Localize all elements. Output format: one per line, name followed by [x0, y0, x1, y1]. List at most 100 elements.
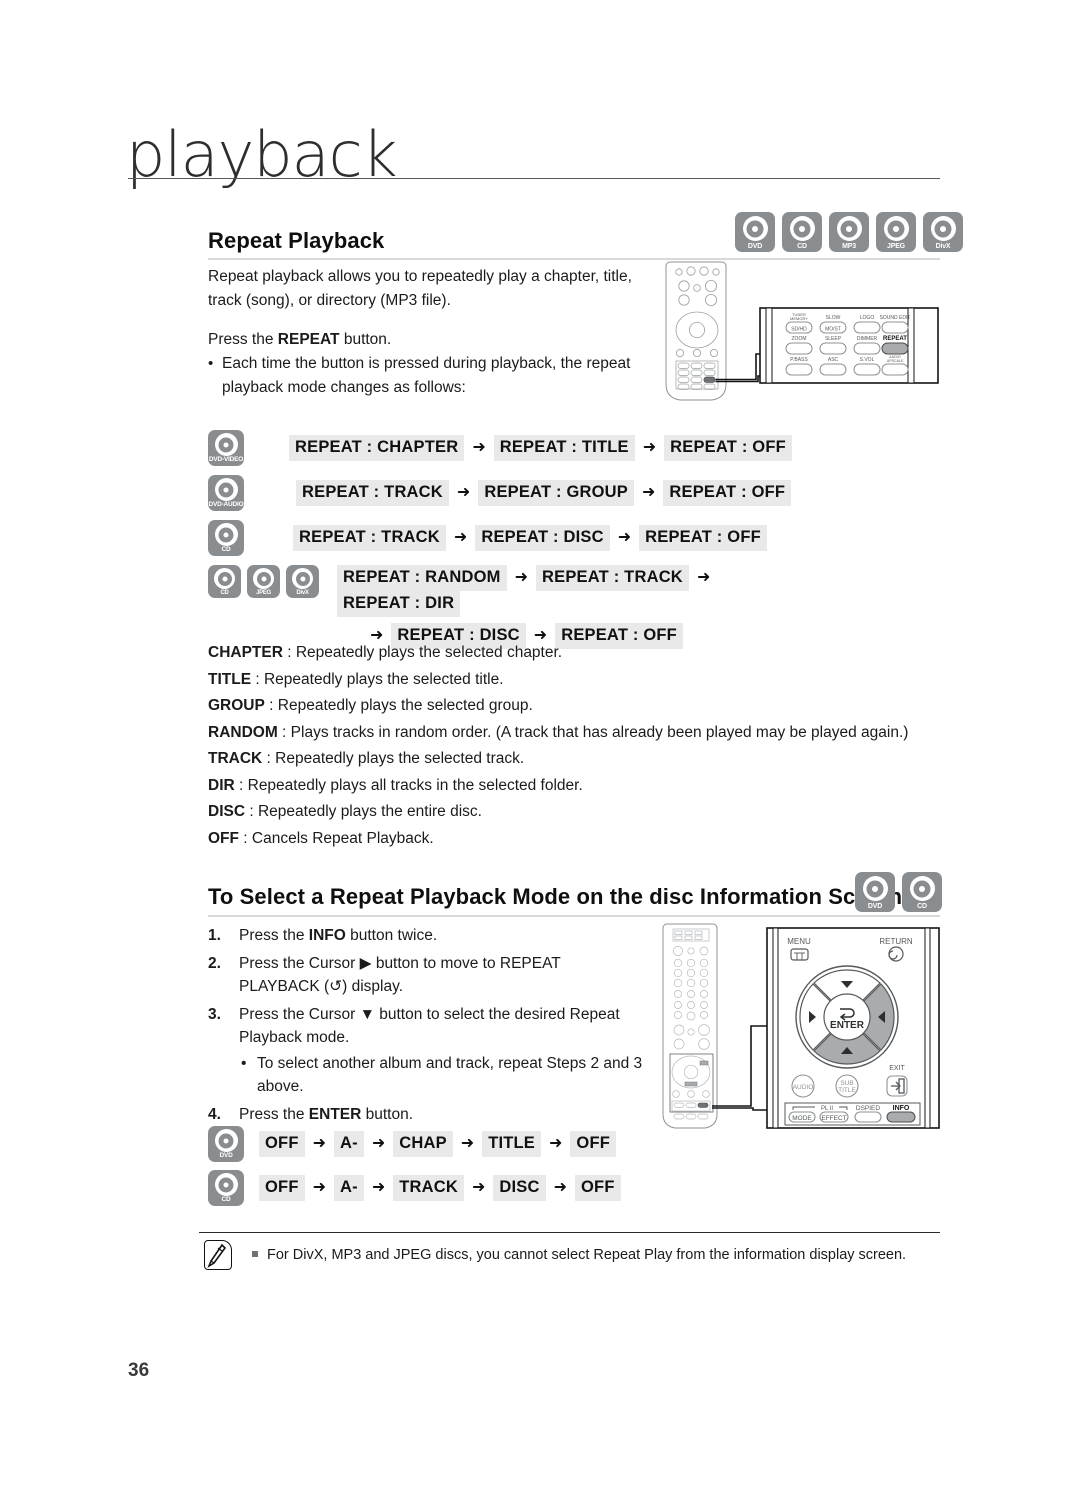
svg-text:SLEEP: SLEEP — [825, 336, 842, 342]
disc-badge-label: DVD-VIDEO — [208, 456, 244, 463]
step-item-2: 2. Press the Cursor ▶ button to move to … — [208, 952, 658, 999]
repeat-sequence-row-cd: CD REPEAT : TRACK ➜ REPEAT : DISC ➜ REPE… — [208, 520, 767, 556]
arrow-icon: ➜ — [371, 1179, 386, 1196]
disc-badge-label: JPEG — [256, 590, 271, 596]
disc-badge-label: DVD — [867, 903, 883, 910]
disc-badge-label: CD — [221, 1196, 231, 1203]
disc-badge-label: JPEG — [887, 243, 905, 250]
svg-text:DSPIED: DSPIED — [856, 1105, 881, 1112]
disc-badge-dvd: DVD — [208, 1126, 244, 1162]
sequence-step: REPEAT : DIR — [337, 591, 461, 617]
disc-icon — [909, 876, 935, 901]
svg-text:SD/HD: SD/HD — [791, 327, 807, 333]
remote-illustration-info: MENU RETURN ENTER AUDIO SUB TITLE EXIT M… — [655, 920, 945, 1145]
disc-badge-dvd-audio: DVD-AUDIO — [208, 475, 244, 511]
disc-badge-strip-section1: DVD CD MP3 JPEG DivX — [735, 212, 963, 252]
definition-item: DIR : Repeatedly plays all tracks in the… — [208, 773, 948, 800]
svg-text:UPSCALE: UPSCALE — [887, 359, 904, 363]
definition-term: DIR — [208, 776, 235, 794]
repeat-sequence-row-cd-jpeg-divx: CD JPEG DivX REPEAT : RANDOM ➜ REPEAT : … — [208, 565, 837, 649]
arrow-icon: ➜ — [617, 529, 632, 546]
disc-badge-label: DivX — [296, 590, 309, 596]
disc-badge-cd: CD — [208, 520, 244, 556]
step-number: 3. — [208, 1005, 221, 1023]
definition-term: TITLE — [208, 670, 252, 688]
disc-badge-label: CD — [221, 546, 231, 553]
svg-text:P.BASS: P.BASS — [790, 357, 808, 363]
note-text: For DivX, MP3 and JPEG discs, you cannot… — [252, 1245, 906, 1265]
step-text: Press the Cursor ▶ button to move to REP… — [239, 954, 561, 972]
arrow-icon: ➜ — [553, 1179, 568, 1196]
disc-icon — [292, 568, 313, 589]
arrow-icon: ➜ — [472, 439, 486, 456]
arrow-icon: ➜ — [312, 1179, 326, 1196]
definition-term: RANDOM — [208, 723, 278, 741]
definition-item: RANDOM : Plays tracks in random order. (… — [208, 720, 948, 747]
sequence-step: TRACK — [393, 1175, 464, 1201]
svg-text:SOUND EDIT: SOUND EDIT — [880, 315, 911, 321]
disc-badge-jpeg: JPEG — [247, 565, 280, 598]
definition-desc: : Repeatedly plays the entire disc. — [245, 803, 482, 820]
sequence-icons: DVD — [208, 1126, 244, 1162]
definition-item: TRACK : Repeatedly plays the selected tr… — [208, 746, 948, 773]
arrow-icon: ➜ — [642, 439, 657, 456]
arrow-icon: ➜ — [696, 569, 711, 586]
disc-badge-label: CD — [797, 243, 807, 250]
sequence-step: REPEAT : TITLE — [493, 435, 635, 461]
svg-text:LOGO: LOGO — [860, 315, 875, 321]
svg-text:ZOOM: ZOOM — [792, 336, 807, 342]
sequence-step: REPEAT : OFF — [664, 435, 792, 461]
disc-badge-cd: CD — [902, 872, 942, 912]
info-label-text: INFO — [893, 1105, 910, 1112]
svg-text:MODE: MODE — [792, 1115, 812, 1122]
definition-desc: : Repeatedly plays the selected chapter. — [282, 644, 563, 661]
bullet-line-1: Each time the button is pressed during p… — [208, 352, 658, 376]
disc-icon — [214, 523, 238, 546]
sequence-icons: CD — [208, 520, 244, 556]
note-bullet-icon — [252, 1251, 258, 1257]
disc-icon — [742, 216, 768, 241]
sequence-step: OFF — [259, 1175, 305, 1201]
disc-icon — [214, 433, 238, 456]
definition-desc: : Cancels Repeat Playback. — [239, 829, 434, 847]
sequence-steps: REPEAT : TRACK ➜ REPEAT : GROUP ➜ REPEAT… — [296, 480, 792, 506]
press-repeat-line: Press the REPEAT button. — [208, 331, 392, 348]
disc-badge-cd: CD — [782, 212, 822, 252]
definition-desc: : Repeatedly plays the selected group. — [264, 697, 533, 714]
svg-text:EXIT: EXIT — [889, 1065, 905, 1072]
disc-badge-strip-section2: DVD CD — [855, 872, 942, 912]
disc-badge-cd: CD — [208, 565, 241, 598]
manual-page: playback Repeat Playback DVD CD MP3 JPEG… — [0, 0, 1080, 1492]
repeat-sequence-row-dvd-audio: DVD-AUDIO REPEAT : TRACK ➜ REPEAT : GROU… — [208, 475, 792, 511]
definition-desc: : Plays tracks in random order. (A track… — [277, 723, 909, 741]
arrow-icon: ➜ — [642, 484, 656, 501]
press-repeat-instruction: Press the REPEAT button. — [208, 328, 658, 352]
disc-badge-label: DVD-AUDIO — [208, 501, 244, 508]
info-sequence-row-dvd: DVD OFF ➜ A- ➜ CHAP ➜ TITLE ➜ OFF — [208, 1126, 617, 1162]
disc-icon — [214, 1173, 238, 1196]
arrow-icon: ➜ — [471, 1179, 486, 1196]
sequence-step: REPEAT : OFF — [639, 525, 767, 551]
page-number: 36 — [128, 1360, 150, 1381]
definition-item: DISC : Repeatedly plays the entire disc. — [208, 799, 948, 826]
definition-term: GROUP — [208, 697, 265, 714]
disc-badge-label: DVD — [747, 243, 763, 250]
section-heading-info-screen: To Select a Repeat Playback Mode on the … — [208, 884, 903, 909]
step-text-tail: button. — [361, 1105, 414, 1123]
intro-paragraph: Repeat playback allows you to repeatedly… — [208, 265, 658, 312]
disc-badge-dvd-video: DVD-VIDEO — [208, 430, 244, 466]
step-item-4: 4. Press the ENTER button. — [208, 1103, 658, 1127]
disc-badge-dvd: DVD — [735, 212, 775, 252]
definition-item: OFF : Cancels Repeat Playback. — [208, 826, 948, 853]
return-label-text: RETURN — [879, 937, 913, 946]
disc-icon — [930, 216, 956, 241]
sequence-step: REPEAT : GROUP — [478, 480, 634, 506]
disc-icon — [836, 216, 862, 241]
arrow-icon: ➜ — [460, 1135, 475, 1152]
sequence-steps: OFF ➜ A- ➜ CHAP ➜ TITLE ➜ OFF — [259, 1131, 617, 1157]
definition-desc: : Repeatedly plays the selected track. — [262, 750, 525, 767]
sequence-steps: OFF ➜ A- ➜ TRACK ➜ DISC ➜ OFF — [259, 1175, 621, 1201]
sequence-icons: DVD-VIDEO — [208, 430, 244, 466]
section-divider-2 — [208, 915, 940, 917]
disc-icon — [862, 876, 888, 901]
